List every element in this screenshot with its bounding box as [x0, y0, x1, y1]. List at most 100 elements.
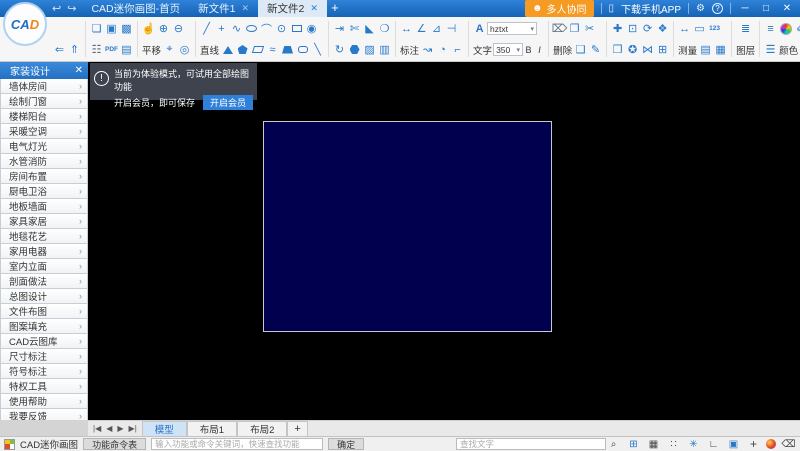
zoom-in-icon[interactable]: ⊕ [156, 20, 171, 38]
import-icon[interactable]: ⇑ [67, 41, 82, 59]
find-text-input[interactable] [456, 438, 606, 450]
format-brush-icon[interactable]: ✎ [588, 41, 603, 59]
download-app-link[interactable]: 下载手机APP [621, 1, 681, 16]
sidebar-item-hvac[interactable]: 采暖空调 › [0, 124, 88, 139]
polyline-tool-icon[interactable]: ∿ [229, 20, 244, 38]
search-icon[interactable]: ⌕ [606, 439, 621, 450]
rotate-array-icon[interactable]: ↻ [332, 41, 347, 59]
color-button[interactable]: 颜色 [778, 43, 799, 57]
clip-icon[interactable]: ❒ [610, 41, 625, 59]
next-layout-icon[interactable]: ▶ [115, 424, 125, 433]
save-icon[interactable]: ▣ [104, 20, 119, 38]
sidebar-item-appliances[interactable]: 家用电器 › [0, 244, 88, 259]
arc-tool-icon[interactable]: ⌒ [259, 20, 274, 38]
dim-leader-icon[interactable]: ↝ [420, 41, 435, 59]
help-icon[interactable]: ? [712, 3, 723, 14]
pentagon-tool-icon[interactable] [235, 41, 250, 59]
maximize-button[interactable]: □ [759, 3, 773, 14]
color-wheel-icon[interactable] [778, 20, 793, 38]
ortho-icon[interactable]: ∟ [706, 439, 721, 450]
font-select[interactable]: hztxt ▾ [487, 22, 538, 35]
tab-home[interactable]: CAD迷你画图-首页 [82, 0, 189, 17]
measure-screen-icon[interactable]: ▭ [692, 20, 707, 38]
dim-arc-icon[interactable]: ◔ [435, 41, 450, 59]
sidebar-item-floor-wall[interactable]: 地板墙面 › [0, 199, 88, 214]
measure-dim-icon[interactable]: ↔ [677, 20, 692, 38]
pan-hand-icon[interactable]: ☝ [141, 20, 156, 38]
measure-123-icon[interactable]: 123 [707, 20, 722, 38]
measure-image-icon[interactable]: ▤ [698, 41, 713, 59]
collab-button[interactable]: ☻ 多人协同 [524, 0, 594, 17]
sidebar-item-cloud-library[interactable]: CAD云图库 › [0, 334, 88, 349]
sidebar-close-icon[interactable]: ✕ [75, 65, 83, 76]
explode-icon[interactable]: ❖ [655, 20, 670, 38]
first-layout-icon[interactable]: |◀ [91, 424, 103, 433]
sidebar-item-file-layout[interactable]: 文件布图 › [0, 304, 88, 319]
print-icon[interactable]: ☷ [89, 41, 104, 59]
prev-layout-icon[interactable]: ◀ [104, 424, 114, 433]
paste-icon[interactable]: ❑ [573, 41, 588, 59]
color-sphere-icon[interactable] [766, 439, 776, 449]
ray-tool-icon[interactable]: ╲ [310, 41, 325, 59]
sidebar-item-furniture[interactable]: 家具家居 › [0, 214, 88, 229]
point-tool-icon[interactable]: + [214, 20, 229, 38]
font-size-select[interactable]: 350 ▾ [493, 43, 524, 56]
dimension-button[interactable]: 标注 [399, 43, 420, 57]
sidebar-item-section[interactable]: 剖面做法 › [0, 274, 88, 289]
circle-tool-icon[interactable]: ⊙ [274, 20, 289, 38]
scale-icon[interactable]: ⊡ [625, 20, 640, 38]
dim-angle-icon[interactable]: ∠ [414, 20, 429, 38]
measure-table-icon[interactable]: ▦ [713, 41, 728, 59]
roundrect-tool-icon[interactable] [295, 41, 310, 59]
sidebar-item-electric[interactable]: 电气灯光 › [0, 139, 88, 154]
text-tool-icon[interactable]: A [472, 20, 487, 38]
sidebar-item-privilege-tools[interactable]: 特权工具 › [0, 379, 88, 394]
rotate-icon[interactable]: ⟳ [640, 20, 655, 38]
lasso-icon[interactable]: ❍ [377, 20, 392, 38]
line-button[interactable]: 直线 [199, 43, 220, 57]
parallelogram-tool-icon[interactable] [250, 41, 265, 59]
copy-icon[interactable]: ❐ [567, 20, 582, 38]
sidebar-item-carpet[interactable]: 地毯花艺 › [0, 229, 88, 244]
command-search-input[interactable] [151, 438, 324, 450]
crosshair-icon[interactable]: + [746, 437, 761, 451]
close-tab-icon[interactable]: ✕ [241, 3, 249, 14]
app-logo[interactable]: CA D [3, 2, 47, 46]
drawing-canvas[interactable]: ! 当前为体验模式，可试用全部绘图功能 开启会员，即可保存 开启会员 [88, 62, 800, 420]
pan-button[interactable]: 平移 [141, 43, 162, 57]
measure-button[interactable]: 测量 [677, 43, 698, 57]
italic-button[interactable]: I [534, 43, 545, 56]
delete-button[interactable]: 删除 [552, 43, 573, 57]
confirm-button[interactable]: 确定 [328, 438, 365, 450]
save-as-icon[interactable]: ▩ [119, 20, 134, 38]
back-icon[interactable]: ↩ [52, 2, 61, 15]
tab-file2[interactable]: 新文件2 ✕ [258, 0, 327, 17]
last-layout-icon[interactable]: ▶| [127, 424, 139, 433]
polygon-tool-icon[interactable] [347, 41, 362, 59]
rectangle-tool-icon[interactable] [289, 20, 304, 38]
dot-grid-icon[interactable]: ∷ [666, 439, 681, 450]
layers-icon[interactable]: ≣ [738, 20, 753, 38]
object-snap-icon[interactable]: ⊞ [626, 439, 641, 450]
tab-layout1[interactable]: 布局1 [186, 421, 238, 436]
layer-button[interactable]: 图层 [735, 43, 756, 57]
match-properties-icon[interactable]: ✐ [793, 20, 800, 38]
bold-button[interactable]: B [523, 43, 534, 56]
dim-triangle-icon[interactable]: ⊿ [429, 20, 444, 38]
dim-linear-icon[interactable]: ↔ [399, 20, 414, 38]
export-pdf-icon[interactable]: PDF [104, 41, 119, 59]
stamp-icon[interactable]: ✪ [625, 41, 640, 59]
eraser-icon[interactable]: ⌫ [781, 439, 796, 450]
trapezoid-tool-icon[interactable] [280, 41, 295, 59]
new-tab-button[interactable]: + [327, 0, 343, 17]
offset-icon[interactable]: ⇥ [332, 20, 347, 38]
triangle-tool-icon[interactable] [220, 41, 235, 59]
line-tool-icon[interactable]: ╱ [199, 20, 214, 38]
sidebar-item-help[interactable]: 使用帮助 › [0, 394, 88, 409]
sidebar-item-walls[interactable]: 墙体房间 › [0, 79, 88, 94]
spline-tool-icon[interactable]: ≈ [265, 41, 280, 59]
sidebar-item-stairs[interactable]: 楼梯阳台 › [0, 109, 88, 124]
sidebar-item-room-layout[interactable]: 房间布置 › [0, 169, 88, 184]
close-button[interactable]: ✕ [780, 3, 794, 14]
zoom-extents-icon[interactable]: ◎ [177, 41, 192, 59]
